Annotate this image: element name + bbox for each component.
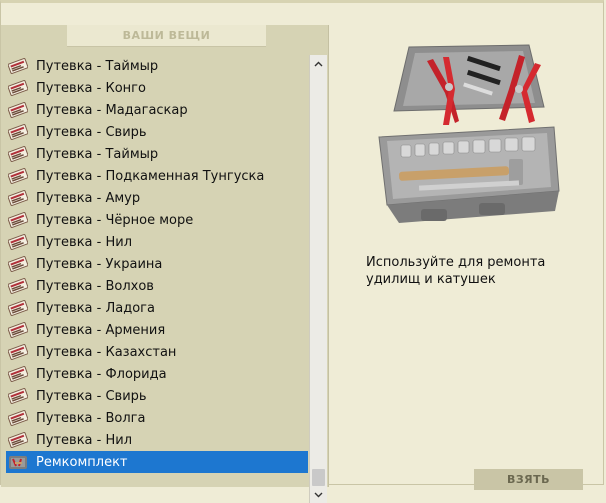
inventory-item[interactable]: Путевка - Волга [6,407,308,429]
ticket-icon [7,57,29,75]
inventory-item-label: Путевка - Волхов [36,278,154,294]
ticket-icon [7,365,29,383]
ticket-icon [7,145,29,163]
inventory-item-label: Путевка - Флорида [36,366,167,382]
inventory-item[interactable]: Путевка - Армения [6,319,308,341]
inventory-item[interactable]: Путевка - Казахстан [6,341,308,363]
inventory-item-label: Путевка - Казахстан [36,344,177,360]
inventory-item[interactable]: Путевка - Амур [6,187,308,209]
ticket-icon [7,409,29,427]
ticket-icon [7,167,29,185]
scroll-thumb[interactable] [312,469,325,486]
ticket-icon [7,321,29,339]
ticket-icon [7,189,29,207]
scroll-up-icon[interactable] [310,55,327,72]
inventory-item-label: Путевка - Конго [36,80,146,96]
inventory-item-label: Путевка - Армения [36,322,166,338]
scroll-down-icon[interactable] [310,486,327,503]
inventory-item[interactable]: Путевка - Нил [6,231,308,253]
ticket-icon [7,431,29,449]
inventory-item-label: Путевка - Таймыр [36,58,159,74]
inventory-item[interactable]: Путевка - Таймыр [6,143,308,165]
inventory-item-label: Путевка - Украина [36,256,163,272]
inventory-item-label: Ремкомплект [36,454,128,470]
inventory-item-label: Путевка - Волга [36,410,146,426]
inventory-item[interactable]: Путевка - Нил [6,429,308,451]
inventory-item[interactable]: Путевка - Конго [6,77,308,99]
item-description: Используйте для ремонта удилищ и катушек [366,255,546,287]
ticket-icon [7,387,29,405]
inventory-item[interactable]: Путевка - Свирь [6,385,308,407]
ticket-icon [7,233,29,251]
inventory-item-label: Путевка - Свирь [36,124,147,140]
ticket-icon [7,343,29,361]
ticket-icon [7,123,29,141]
inventory-item-label: Путевка - Подкаменная Тунгуска [36,168,265,184]
inventory-item[interactable]: Путевка - Свирь [6,121,308,143]
inventory-item-label: Путевка - Ладога [36,300,155,316]
inventory-title: ВАШИ ВЕЩИ [67,25,266,47]
list-scrollbar[interactable] [309,55,327,503]
inventory-item[interactable]: Путевка - Таймыр [6,55,308,77]
inventory-item[interactable]: Путевка - Волхов [6,275,308,297]
inventory-item[interactable]: Путевка - Ладога [6,297,308,319]
inventory-panel: ВАШИ ВЕЩИ Путевка - Таймыр Путевка - Конг… [1,25,329,503]
inventory-item[interactable]: Путевка - Мадагаскар [6,99,308,121]
inventory-window: ВАШИ ВЕЩИ Путевка - Таймыр Путевка - Конг… [0,0,605,503]
inventory-item[interactable]: Путевка - Украина [6,253,308,275]
item-detail-panel: Используйте для ремонта удилищ и катушек… [329,25,605,490]
inventory-item-label: Путевка - Свирь [36,388,147,404]
ticket-icon [7,211,29,229]
inventory-item[interactable]: Путевка - Флорида [6,363,308,385]
ticket-icon [7,299,29,317]
ticket-icon [7,79,29,97]
inventory-item[interactable]: Ремкомплект [6,451,308,473]
inventory-item[interactable]: Путевка - Подкаменная Тунгуска [6,165,308,187]
inventory-item-label: Путевка - Амур [36,190,141,206]
inventory-item-label: Путевка - Чёрное море [36,212,194,228]
inventory-item[interactable]: Путевка - Чёрное море [6,209,308,231]
inventory-item-label: Путевка - Нил [36,234,133,250]
inventory-item-label: Путевка - Нил [36,432,133,448]
ticket-icon [7,277,29,295]
repair-kit-icon [8,453,28,471]
inventory-list: Путевка - Таймыр Путевка - Конго Путевка -… [6,55,308,495]
inventory-item-label: Путевка - Таймыр [36,146,159,162]
inventory-item-label: Путевка - Мадагаскар [36,102,188,118]
ticket-icon [7,255,29,273]
toolbox-image [378,44,560,223]
ticket-icon [7,101,29,119]
